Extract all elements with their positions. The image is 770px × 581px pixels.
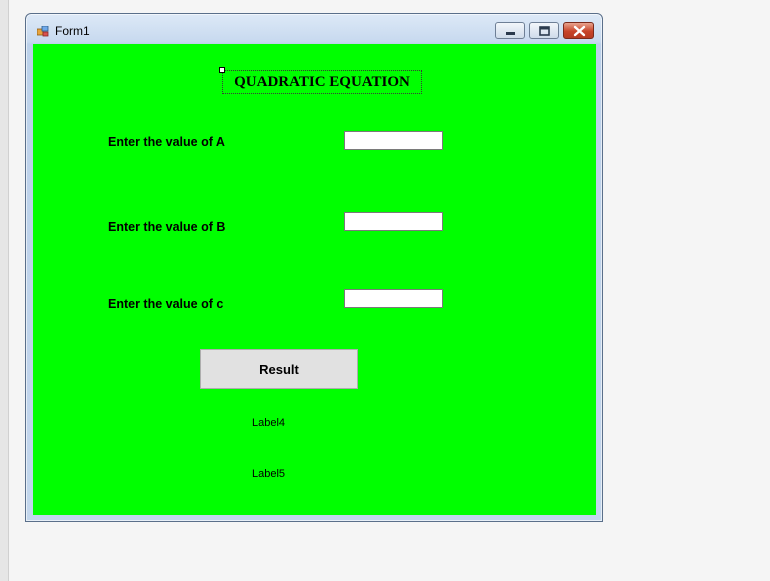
designer-selection-handle[interactable]	[219, 67, 225, 73]
value-a-input[interactable]	[344, 131, 443, 150]
result-button[interactable]: Result	[200, 349, 358, 389]
window-title: Form1	[55, 24, 90, 38]
desktop-edge	[0, 0, 9, 581]
form-app-icon	[37, 26, 49, 37]
value-c-input[interactable]	[344, 289, 443, 308]
page-title: QUADRATIC EQUATION	[222, 70, 422, 94]
label-value-c: Enter the value of c	[108, 297, 224, 311]
form1-window: Form1 QUADRATIC EQUATION Enter the value…	[25, 13, 603, 522]
form-client-area: QUADRATIC EQUATION Enter the value of A …	[33, 44, 596, 515]
label-value-b: Enter the value of B	[108, 220, 226, 234]
close-icon	[573, 25, 586, 37]
title-bar[interactable]: Form1	[26, 14, 602, 44]
label5-output: Label5	[252, 468, 286, 480]
maximize-icon	[539, 26, 550, 36]
minimize-button[interactable]	[495, 22, 525, 39]
minimize-icon	[506, 32, 515, 35]
label-value-a: Enter the value of A	[108, 135, 225, 149]
value-b-input[interactable]	[344, 212, 443, 231]
label4-output: Label4	[252, 417, 286, 429]
maximize-button[interactable]	[529, 22, 559, 39]
close-button[interactable]	[563, 22, 594, 39]
